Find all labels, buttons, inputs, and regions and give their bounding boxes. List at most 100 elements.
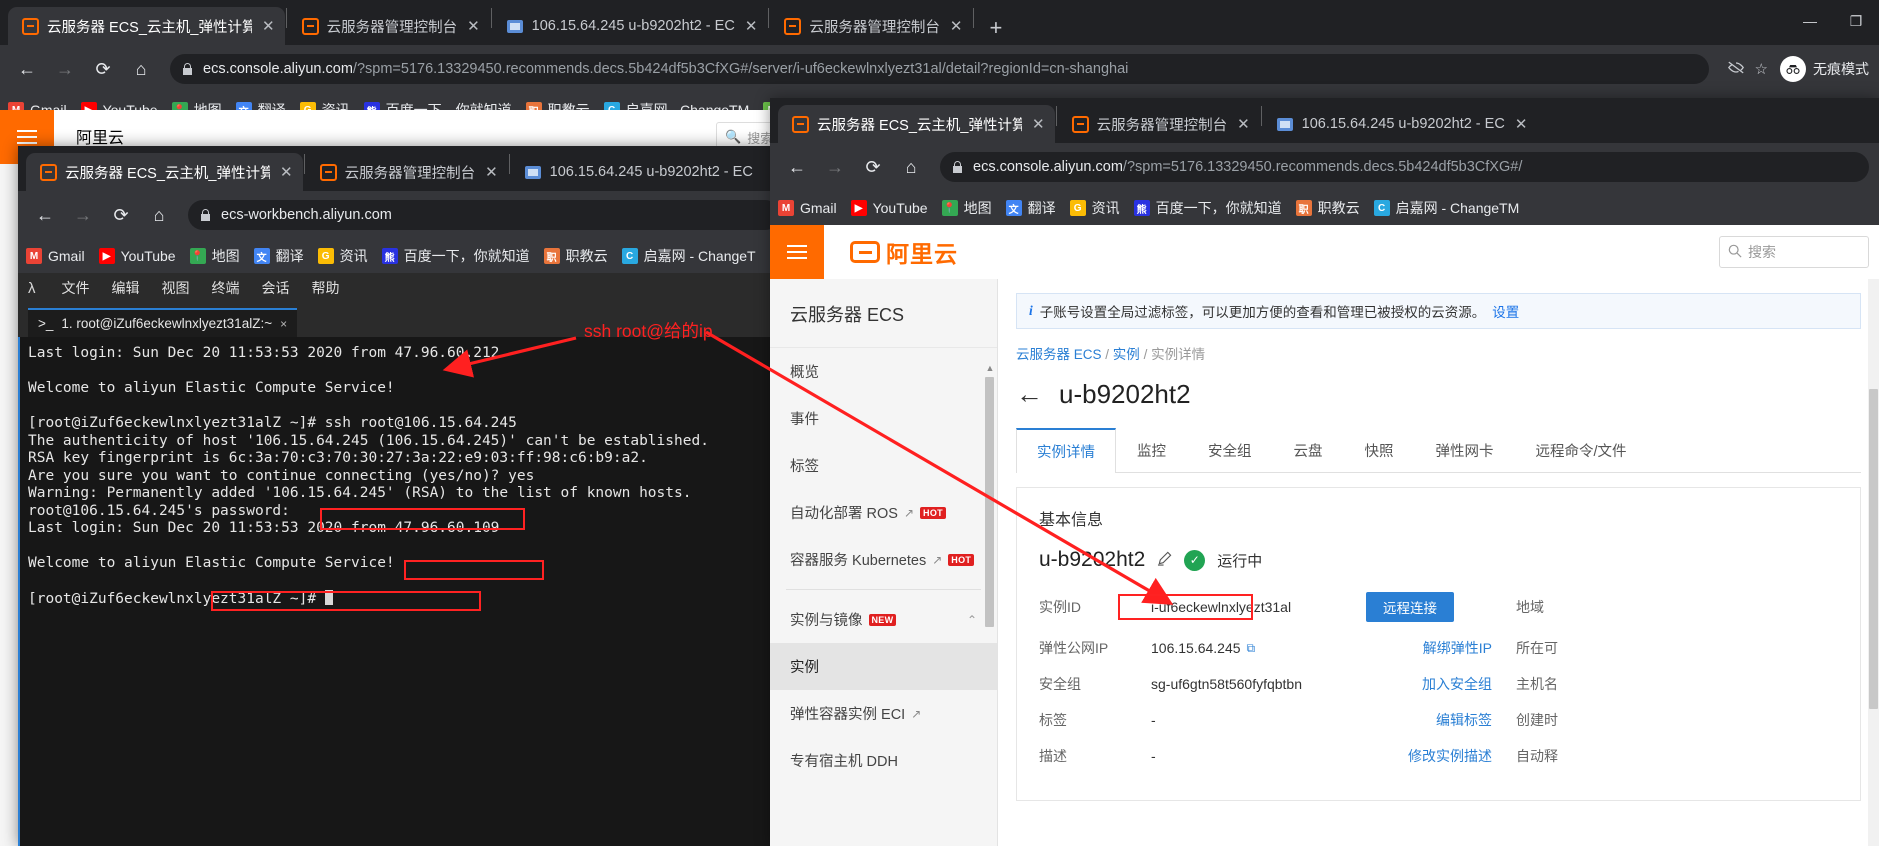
sidebar-group-instances-images[interactable]: 实例与镜像 NEW ⌃ bbox=[770, 596, 997, 643]
scrollbar-thumb[interactable] bbox=[1869, 389, 1878, 709]
bookmark-item[interactable]: C启嘉网 - ChangeT bbox=[622, 246, 756, 266]
term-tab-1[interactable]: 云服务器管理控制台 ✕ bbox=[306, 153, 508, 191]
tab-远程命令/文件[interactable]: 远程命令/文件 bbox=[1515, 428, 1648, 472]
menu-session[interactable]: 会话 bbox=[262, 278, 290, 298]
sidebar-item-概览[interactable]: 概览 bbox=[770, 348, 997, 395]
bookmark-item[interactable]: ▶YouTube bbox=[99, 248, 176, 264]
forward-icon[interactable]: → bbox=[818, 150, 852, 184]
tab-弹性网卡[interactable]: 弹性网卡 bbox=[1415, 428, 1515, 472]
search-input[interactable]: 搜索 bbox=[1719, 236, 1869, 268]
incognito-indicator[interactable]: 无痕模式 bbox=[1780, 56, 1869, 82]
sidebar-item-弹性容器实例 ECI[interactable]: 弹性容器实例 ECI↗ bbox=[770, 690, 997, 737]
scrollbar-thumb[interactable] bbox=[985, 377, 994, 627]
sidebar-item-标签[interactable]: 标签 bbox=[770, 442, 997, 489]
menu-file[interactable]: 文件 bbox=[62, 278, 90, 298]
detail-row-action-link[interactable]: 加入安全组 bbox=[1366, 674, 1516, 694]
bookmark-item[interactable]: G资讯 bbox=[318, 246, 368, 266]
menu-terminal[interactable]: 终端 bbox=[212, 278, 240, 298]
console-tab-0[interactable]: 云服务器 ECS_云主机_弹性计算_ ✕ bbox=[778, 105, 1055, 143]
copy-icon[interactable]: ⧉ bbox=[1247, 641, 1256, 656]
terminal-output[interactable]: Last login: Sun Dec 20 11:53:53 2020 fro… bbox=[18, 337, 790, 846]
close-icon[interactable]: ✕ bbox=[745, 19, 758, 34]
minimize-button[interactable]: — bbox=[1787, 0, 1833, 42]
menu-view[interactable]: 视图 bbox=[162, 278, 190, 298]
term-tab-0[interactable]: 云服务器 ECS_云主机_弹性计算_ ✕ bbox=[26, 153, 303, 191]
main-scrollbar[interactable] bbox=[1868, 279, 1879, 846]
close-icon[interactable]: × bbox=[280, 317, 287, 331]
scroll-up-icon[interactable]: ▲ bbox=[985, 363, 995, 373]
back-arrow-icon[interactable]: ← bbox=[1016, 379, 1043, 410]
new-tab-button[interactable]: + bbox=[975, 17, 1016, 45]
bg-tab-2[interactable]: 106.15.64.245 u-b9202ht2 - EC ✕ bbox=[493, 7, 768, 45]
forward-icon[interactable]: → bbox=[66, 198, 100, 232]
bookmark-item[interactable]: C启嘉网 - ChangeTM bbox=[1374, 198, 1520, 218]
address-bar[interactable]: ecs.console.aliyun.com/?spm=5176.1332945… bbox=[940, 152, 1869, 182]
remote-connect-button[interactable]: 远程连接 bbox=[1366, 592, 1454, 622]
back-icon[interactable]: ← bbox=[28, 198, 62, 232]
bg-tab-1[interactable]: 云服务器管理控制台 ✕ bbox=[288, 7, 490, 45]
sidebar-scrollbar[interactable]: ▲ bbox=[985, 363, 995, 846]
close-icon[interactable]: ✕ bbox=[280, 165, 293, 180]
close-icon[interactable]: ✕ bbox=[1032, 117, 1045, 132]
home-icon[interactable]: ⌂ bbox=[142, 198, 176, 232]
eye-off-icon[interactable] bbox=[1727, 60, 1745, 79]
bookmark-item[interactable]: 职职教云 bbox=[544, 246, 608, 266]
home-icon[interactable]: ⌂ bbox=[894, 150, 928, 184]
bookmark-item[interactable]: ▶YouTube bbox=[851, 200, 928, 216]
close-icon[interactable]: ✕ bbox=[950, 19, 963, 34]
bookmark-item[interactable]: 职职教云 bbox=[1296, 198, 1360, 218]
bookmark-item[interactable]: 文翻译 bbox=[254, 246, 304, 266]
sidebar-item-事件[interactable]: 事件 bbox=[770, 395, 997, 442]
reload-icon[interactable]: ⟳ bbox=[856, 150, 890, 184]
bookmark-item[interactable]: 📍地图 bbox=[190, 246, 240, 266]
bg-tab-0[interactable]: 云服务器 ECS_云主机_弹性计算_ ✕ bbox=[8, 7, 285, 45]
bookmark-item[interactable]: MGmail bbox=[778, 200, 837, 216]
bookmark-item[interactable]: MGmail bbox=[26, 248, 85, 264]
sidebar-item-自动化部署 ROS[interactable]: 自动化部署 ROS↗HOT bbox=[770, 489, 997, 536]
reload-icon[interactable]: ⟳ bbox=[104, 198, 138, 232]
breadcrumb-item-instances[interactable]: 实例 bbox=[1113, 347, 1140, 362]
back-icon[interactable]: ← bbox=[10, 52, 44, 86]
restore-button[interactable]: ❐ bbox=[1833, 0, 1879, 42]
sidebar-item-专有宿主机 DDH[interactable]: 专有宿主机 DDH bbox=[770, 737, 997, 784]
close-icon[interactable]: ✕ bbox=[1237, 117, 1250, 132]
notice-settings-link[interactable]: 设置 bbox=[1492, 301, 1519, 321]
sidebar-item-容器服务 Kubernetes[interactable]: 容器服务 Kubernetes↗HOT bbox=[770, 536, 997, 583]
close-icon[interactable]: ✕ bbox=[485, 165, 498, 180]
tab-安全组[interactable]: 安全组 bbox=[1187, 428, 1273, 472]
home-icon[interactable]: ⌂ bbox=[124, 52, 158, 86]
close-icon[interactable]: ✕ bbox=[467, 19, 480, 34]
reload-icon[interactable]: ⟳ bbox=[86, 52, 120, 86]
back-icon[interactable]: ← bbox=[780, 150, 814, 184]
detail-row-action-link[interactable]: 编辑标签 bbox=[1366, 710, 1516, 730]
menu-edit[interactable]: 编辑 bbox=[112, 278, 140, 298]
detail-row-action-link[interactable]: 解绑弹性IP bbox=[1366, 638, 1516, 658]
console-tab-2[interactable]: 106.15.64.245 u-b9202ht2 - EC ✕ bbox=[1263, 105, 1538, 143]
bookmark-item[interactable]: G资讯 bbox=[1070, 198, 1120, 218]
address-bar[interactable]: ecs.console.aliyun.com/?spm=5176.1332945… bbox=[170, 54, 1709, 84]
terminal-session-tab[interactable]: >_ 1. root@iZuf6eckewlnxlyezt31alZ:~ × bbox=[28, 308, 297, 337]
bookmark-item[interactable]: 📍地图 bbox=[942, 198, 992, 218]
console-tab-1[interactable]: 云服务器管理控制台 ✕ bbox=[1058, 105, 1260, 143]
aliyun-logo[interactable]: 阿里云 bbox=[850, 235, 958, 269]
bg-tab-3[interactable]: 云服务器管理控制台 ✕ bbox=[770, 7, 972, 45]
breadcrumb-item-ecs[interactable]: 云服务器 ECS bbox=[1016, 347, 1102, 362]
tab-监控[interactable]: 监控 bbox=[1116, 428, 1187, 472]
close-icon[interactable]: ✕ bbox=[262, 19, 275, 34]
address-bar[interactable]: ecs-workbench.aliyun.com bbox=[188, 200, 780, 230]
bookmark-item[interactable]: 熊百度一下，你就知道 bbox=[382, 246, 530, 266]
sidebar-item-实例[interactable]: 实例 bbox=[770, 643, 997, 690]
tab-实例详情[interactable]: 实例详情 bbox=[1016, 428, 1116, 473]
bookmark-item[interactable]: 文翻译 bbox=[1006, 198, 1056, 218]
forward-icon[interactable]: → bbox=[48, 52, 82, 86]
detail-row-action-link[interactable]: 修改实例描述 bbox=[1366, 746, 1516, 766]
bookmark-star-icon[interactable]: ☆ bbox=[1755, 60, 1768, 78]
tab-云盘[interactable]: 云盘 bbox=[1273, 428, 1344, 472]
tab-快照[interactable]: 快照 bbox=[1344, 428, 1415, 472]
menu-help[interactable]: 帮助 bbox=[312, 278, 340, 298]
bookmark-item[interactable]: 熊百度一下，你就知道 bbox=[1134, 198, 1282, 218]
pencil-icon[interactable] bbox=[1157, 551, 1172, 570]
close-icon[interactable]: ✕ bbox=[1515, 117, 1528, 132]
menu-toggle-button[interactable] bbox=[770, 225, 824, 279]
term-tab-2[interactable]: 106.15.64.245 u-b9202ht2 - EC bbox=[511, 153, 763, 191]
